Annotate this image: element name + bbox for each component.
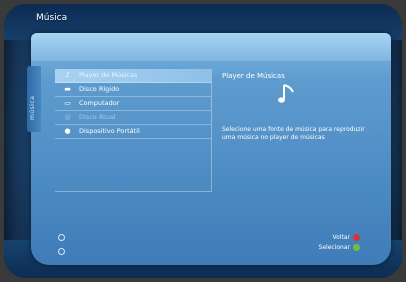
side-tab-label: música bbox=[29, 95, 36, 120]
menu-item-label: Disco Atual bbox=[79, 113, 116, 121]
footer-indicators bbox=[58, 234, 68, 262]
detail-title: Player de Músicas bbox=[222, 72, 285, 80]
select-hint[interactable]: Selecionar bbox=[319, 243, 360, 253]
indicator-dot-2 bbox=[58, 248, 65, 255]
b-button-icon bbox=[353, 234, 360, 241]
menu-item-portable-device[interactable]: ● Dispositivo Portátil bbox=[55, 125, 211, 139]
indicator-dot-1 bbox=[58, 234, 65, 241]
computer-icon: ▭ bbox=[64, 99, 71, 107]
menu-item-music-player[interactable]: ♪ Player de Músicas bbox=[55, 69, 211, 83]
menu-item-computer[interactable]: ▭ Computador bbox=[55, 97, 211, 111]
back-label: Voltar bbox=[332, 234, 350, 241]
hard-drive-icon: ▬ bbox=[64, 85, 71, 93]
select-label: Selecionar bbox=[318, 244, 350, 251]
source-menu: ♪ Player de Músicas ▬ Disco Rígido ▭ Com… bbox=[55, 69, 212, 192]
menu-item-label: Dispositivo Portátil bbox=[79, 127, 140, 135]
blade-title: Música bbox=[36, 13, 68, 23]
music-player-icon: ♪ bbox=[65, 71, 70, 79]
blade-header bbox=[31, 33, 391, 61]
a-button-icon bbox=[353, 244, 360, 251]
music-note-icon bbox=[278, 84, 294, 103]
portable-device-icon: ● bbox=[64, 127, 71, 135]
menu-item-hard-drive[interactable]: ▬ Disco Rígido bbox=[55, 83, 211, 97]
back-hint[interactable]: Voltar bbox=[319, 233, 360, 243]
menu-item-label: Computador bbox=[79, 99, 120, 107]
button-legend: Voltar Selecionar bbox=[319, 233, 360, 253]
detail-description: Selecione uma fonte de música para repro… bbox=[222, 126, 365, 141]
menu-item-label: Disco Rígido bbox=[79, 85, 120, 93]
menu-item-current-disc: ◎ Disco Atual bbox=[55, 111, 211, 125]
disc-icon: ◎ bbox=[64, 113, 71, 121]
menu-item-label: Player de Músicas bbox=[79, 71, 138, 79]
